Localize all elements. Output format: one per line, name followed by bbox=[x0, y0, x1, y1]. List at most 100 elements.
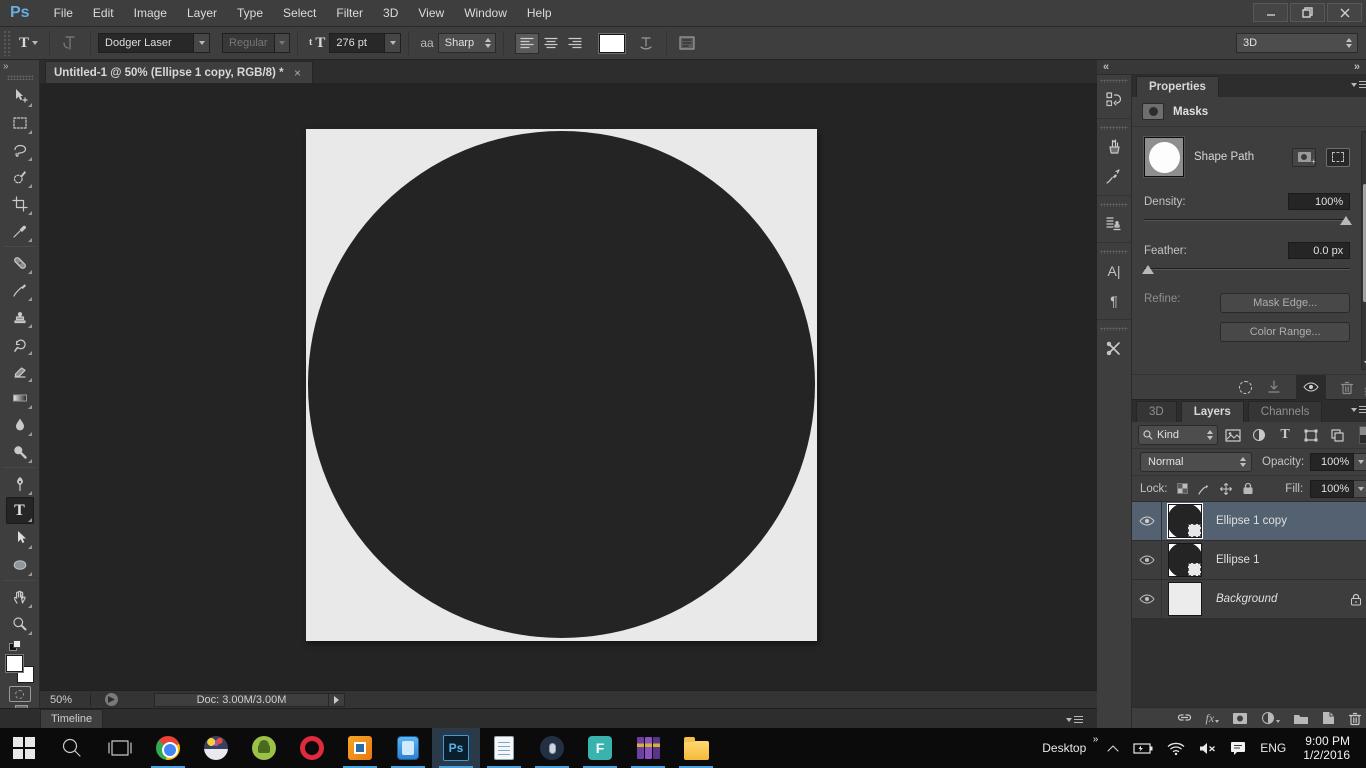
notifications-tray-icon[interactable] bbox=[1223, 728, 1253, 768]
tools-gripper[interactable] bbox=[6, 75, 33, 80]
tool-hand[interactable] bbox=[6, 583, 34, 610]
filter-kind-select[interactable]: Kind bbox=[1138, 425, 1218, 445]
layer-thumbnail[interactable] bbox=[1168, 543, 1202, 577]
density-value[interactable]: 100% bbox=[1288, 193, 1351, 210]
fill-value[interactable]: 100% bbox=[1310, 479, 1355, 498]
quick-mask-button[interactable] bbox=[8, 686, 31, 702]
tool-rectangular-marquee[interactable] bbox=[6, 109, 34, 136]
menu-item[interactable]: View bbox=[408, 0, 454, 27]
taskbar-app-notepad[interactable] bbox=[480, 728, 528, 768]
tool-brush[interactable] bbox=[6, 276, 34, 303]
show-hidden-icons-button[interactable] bbox=[1100, 728, 1126, 768]
text-orientation-toggle[interactable] bbox=[61, 34, 79, 52]
taskbar-app-file-explorer[interactable] bbox=[672, 728, 720, 768]
delete-mask-icon[interactable] bbox=[1340, 380, 1354, 395]
layer-styles-icon[interactable]: fx bbox=[1206, 711, 1220, 726]
collapse-panels-left-button[interactable]: « bbox=[1103, 61, 1109, 73]
text-color-swatch[interactable] bbox=[597, 32, 626, 54]
layer-name[interactable]: Background bbox=[1208, 593, 1350, 605]
tool-gradient[interactable] bbox=[6, 384, 34, 411]
delete-layer-icon[interactable] bbox=[1348, 711, 1362, 726]
panel-gripper[interactable] bbox=[1100, 327, 1128, 331]
taskbar-app-winrar[interactable] bbox=[624, 728, 672, 768]
start-button[interactable] bbox=[0, 728, 48, 768]
panel-gripper[interactable] bbox=[1100, 126, 1128, 130]
mini-bridge-icon[interactable] bbox=[105, 693, 118, 706]
menu-item[interactable]: Edit bbox=[83, 0, 124, 27]
lock-all-button[interactable] bbox=[1241, 481, 1256, 496]
lock-pixels-button[interactable] bbox=[1197, 481, 1212, 496]
link-layers-icon[interactable] bbox=[1176, 713, 1193, 723]
layer-thumbnail[interactable] bbox=[1168, 582, 1202, 616]
collapse-tools-button[interactable]: » bbox=[0, 60, 39, 72]
mask-visibility-button[interactable] bbox=[1296, 374, 1327, 400]
menu-item[interactable]: Image bbox=[124, 0, 177, 27]
taskbar-app-chrome[interactable] bbox=[144, 728, 192, 768]
filter-toggle-switch[interactable] bbox=[1359, 426, 1366, 444]
filter-shape-layers-button[interactable] bbox=[1300, 425, 1322, 445]
align-center-button[interactable] bbox=[539, 33, 563, 54]
menu-item[interactable]: File bbox=[44, 0, 83, 27]
canvas-area[interactable] bbox=[40, 83, 1097, 690]
density-slider-thumb[interactable] bbox=[1340, 216, 1353, 225]
taskbar-app-f[interactable]: F bbox=[576, 728, 624, 768]
task-view-button[interactable] bbox=[96, 728, 144, 768]
taskbar-app-photoshop[interactable]: Ps bbox=[432, 728, 480, 768]
properties-menu-icon[interactable] bbox=[1351, 81, 1366, 88]
tool-history-brush[interactable] bbox=[6, 330, 34, 357]
tool-crop[interactable] bbox=[6, 190, 34, 217]
character-panel-icon[interactable]: A| bbox=[1097, 256, 1131, 286]
document-size-info[interactable]: Doc: 3.00M/3.00M bbox=[154, 692, 329, 707]
tool-presets-panel-icon[interactable] bbox=[1097, 132, 1131, 162]
dropdown-arrow[interactable] bbox=[193, 34, 210, 52]
document-page[interactable] bbox=[306, 129, 817, 641]
tool-eraser[interactable] bbox=[6, 357, 34, 384]
shape-path-thumbnail[interactable] bbox=[1143, 136, 1185, 178]
taskbar-clock[interactable]: 9:00 PM 1/2/2016 bbox=[1293, 734, 1360, 762]
layer-name[interactable]: Ellipse 1 bbox=[1208, 554, 1366, 566]
tool-horizontal-type[interactable]: T bbox=[5, 497, 34, 524]
paragraph-panel-icon[interactable]: ¶ bbox=[1097, 286, 1131, 316]
layer-row-ellipse-1[interactable]: Ellipse 1 bbox=[1132, 541, 1366, 580]
type-tool-preset[interactable]: T bbox=[19, 35, 39, 51]
measurement-panel-icon[interactable] bbox=[1097, 333, 1131, 363]
taskbar-app-android-studio[interactable] bbox=[240, 728, 288, 768]
lock-position-button[interactable] bbox=[1219, 481, 1234, 496]
toolbar-overflow-icon[interactable]: » bbox=[1093, 734, 1099, 745]
fill-select[interactable]: 100% bbox=[1310, 479, 1366, 498]
align-right-button[interactable] bbox=[563, 33, 587, 54]
filter-pixel-layers-button[interactable] bbox=[1222, 425, 1244, 445]
close-tab-icon[interactable]: × bbox=[292, 66, 304, 80]
layers-menu-icon[interactable] bbox=[1351, 406, 1366, 413]
brush-presets-panel-icon[interactable] bbox=[1097, 162, 1131, 192]
panel-gripper[interactable] bbox=[1100, 250, 1128, 254]
add-pixel-mask-button[interactable] bbox=[1292, 147, 1317, 167]
taskbar-app-airdroid[interactable] bbox=[384, 728, 432, 768]
swap-colors-icon[interactable] bbox=[8, 640, 31, 652]
tab-layers[interactable]: Layers bbox=[1180, 401, 1244, 422]
menu-item[interactable]: Filter bbox=[326, 0, 373, 27]
density-slider[interactable] bbox=[1144, 214, 1353, 226]
lock-transparency-button[interactable] bbox=[1175, 481, 1190, 496]
layer-row-ellipse-1-copy[interactable]: Ellipse 1 copy bbox=[1132, 502, 1366, 541]
menu-item[interactable]: Window bbox=[454, 0, 517, 27]
filter-adjustment-layers-button[interactable] bbox=[1248, 425, 1270, 445]
ellipse-artwork[interactable] bbox=[308, 131, 815, 638]
battery-tray-icon[interactable] bbox=[1126, 728, 1160, 768]
menu-item[interactable]: Select bbox=[273, 0, 326, 27]
font-family-select[interactable]: Dodger Laser bbox=[98, 33, 211, 53]
new-layer-icon[interactable] bbox=[1322, 711, 1335, 725]
volume-muted-tray-icon[interactable] bbox=[1192, 728, 1223, 768]
timeline-menu-icon[interactable] bbox=[1066, 716, 1083, 723]
blend-mode-select[interactable]: Normal bbox=[1140, 452, 1252, 472]
status-options-arrow[interactable] bbox=[329, 692, 345, 707]
collapse-panels-right-button[interactable]: » bbox=[1354, 61, 1360, 73]
language-indicator[interactable]: ENG bbox=[1253, 728, 1293, 768]
opacity-select[interactable]: 100% bbox=[1310, 453, 1366, 471]
menu-item[interactable]: Help bbox=[517, 0, 562, 27]
tool-zoom[interactable] bbox=[6, 610, 34, 637]
layer-visibility-eye-icon[interactable] bbox=[1132, 541, 1162, 579]
tool-path-selection[interactable] bbox=[6, 524, 34, 551]
layer-visibility-eye-icon[interactable] bbox=[1132, 502, 1162, 540]
clone-source-panel-icon[interactable] bbox=[1097, 209, 1131, 239]
